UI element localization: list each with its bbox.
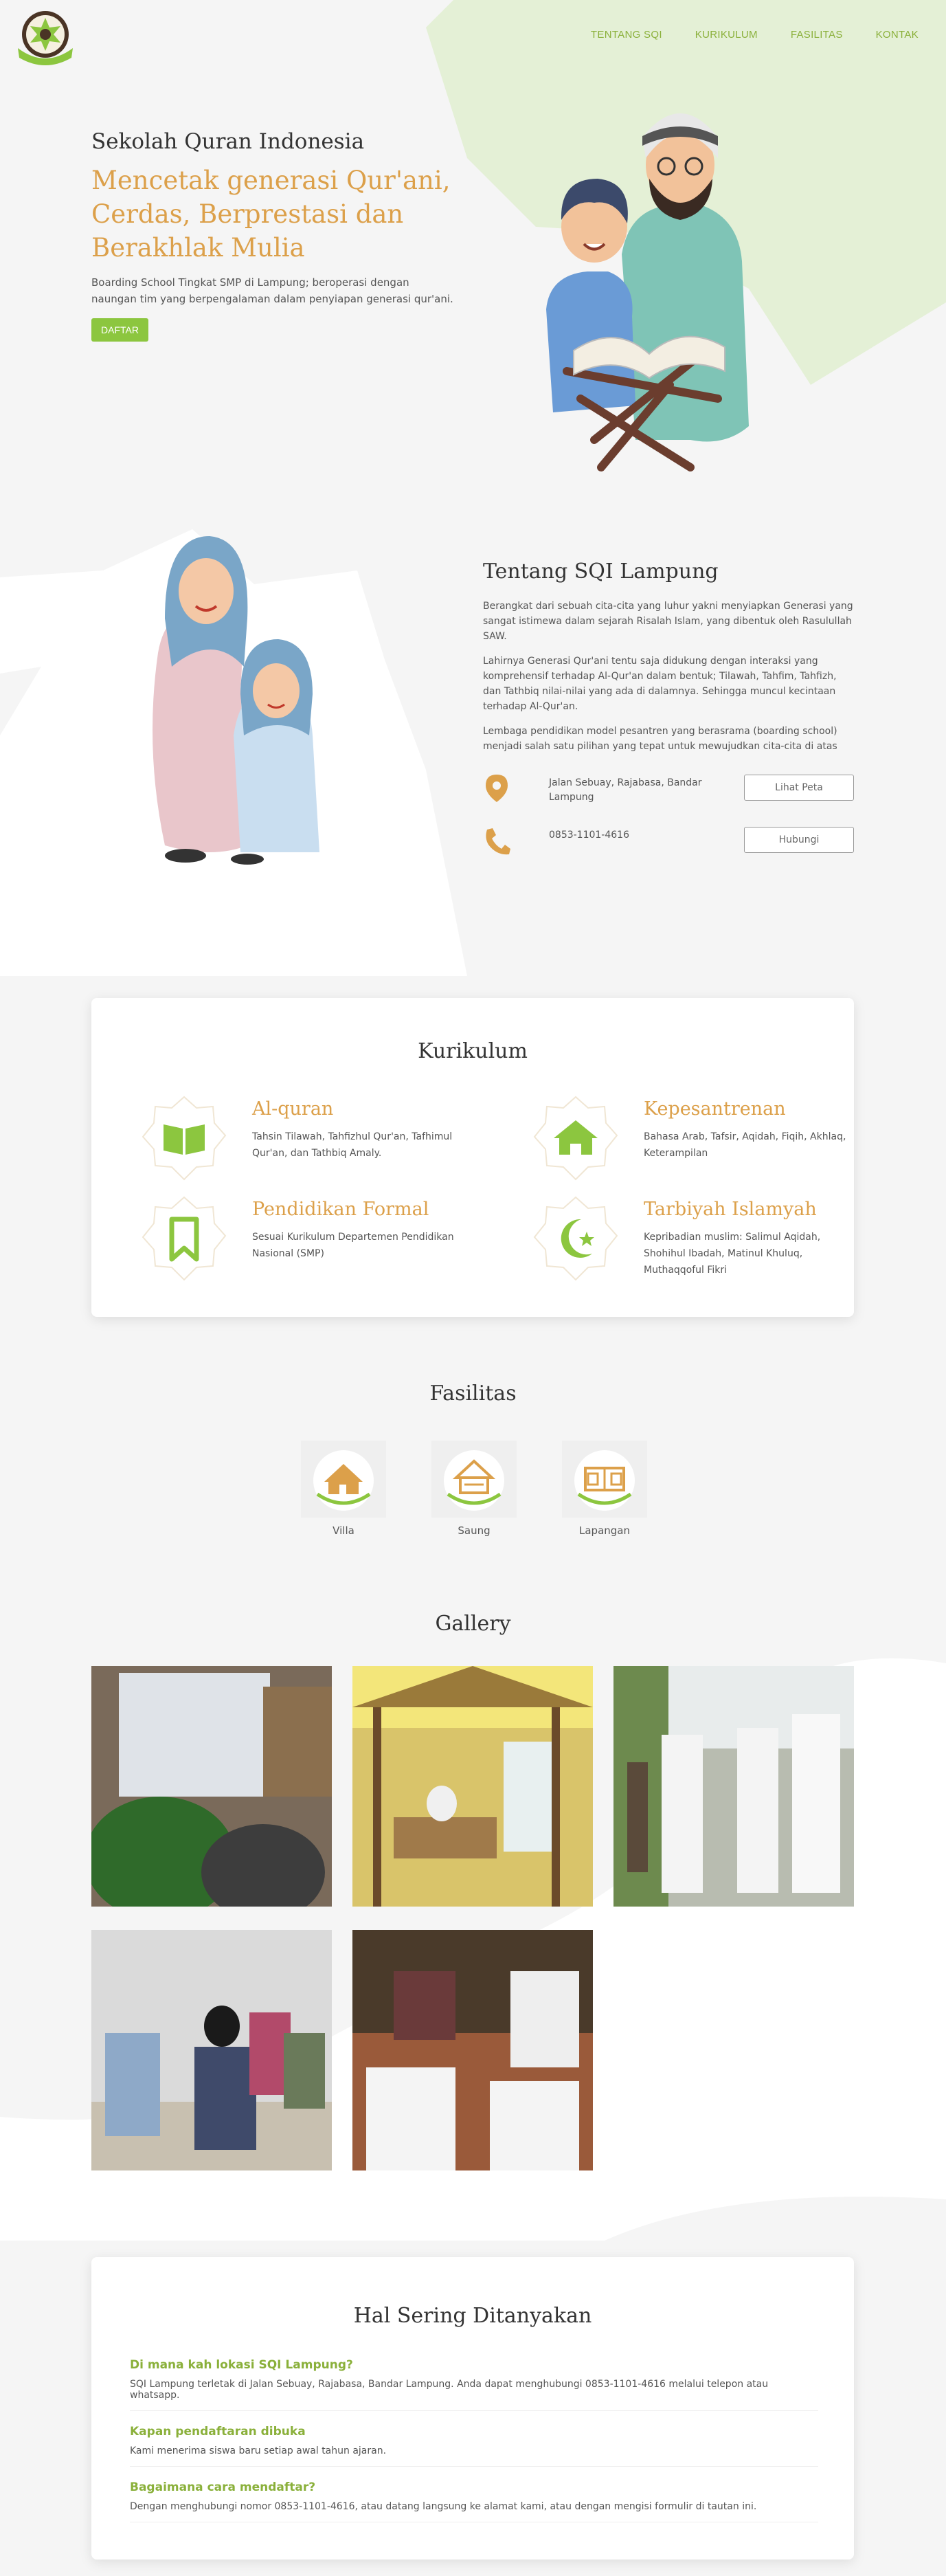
faq-answer: SQI Lampung terletak di Jalan Sebuay, Ra… (130, 2379, 769, 2401)
kurikulum-title: Kurikulum (418, 1039, 528, 1063)
address-text: Jalan Sebuay, Rajabasa, Bandar Lampung (549, 777, 702, 803)
field-icon (562, 1441, 647, 1518)
hubungi-button[interactable]: Hubungi (744, 827, 854, 853)
phone-text: 0853-1101-4616 (549, 830, 629, 841)
faq-question[interactable]: Bagaimana cara mendaftar? (130, 2480, 818, 2494)
kurikulum-item-alquran: Al-quran Tahsin Tilawah, Tahfizhul Qur'a… (142, 1096, 458, 1185)
location-pin-icon (486, 775, 508, 802)
faq-item[interactable]: Bagaimana cara mendaftar? Dengan menghub… (130, 2480, 818, 2522)
fasilitas-label: Saung (458, 1524, 491, 1537)
lihat-peta-button[interactable]: Lihat Peta (744, 775, 854, 801)
kurikulum-item-tarbiyah: Tarbiyah Islamyah Kepribadian muslim: Sa… (533, 1196, 849, 1285)
daftar-button[interactable]: DAFTAR (91, 318, 148, 342)
kurikulum-item-kepesantrenan: Kepesantrenan Bahasa Arab, Tafsir, Aqida… (533, 1096, 849, 1185)
about-title: Tentang SQI Lampung (483, 559, 719, 584)
fasilitas-list: Villa Saung Lapangan (301, 1441, 647, 1537)
gallery-photo[interactable] (352, 1666, 593, 1907)
kurikulum-item-desc: Tahsin Tilawah, Tahfizhul Qur'an, Tafhim… (252, 1131, 453, 1159)
faq-item[interactable]: Di mana kah lokasi SQI Lampung? SQI Lamp… (130, 2358, 818, 2411)
kurikulum-item-name: Al-quran (252, 1098, 334, 1120)
kurikulum-item-formal: Pendidikan Formal Sesuai Kurikulum Depar… (142, 1196, 458, 1285)
crescent-star-icon (533, 1196, 618, 1281)
nav-link-kontak[interactable]: KONTAK (876, 29, 919, 41)
hero-illustration (546, 113, 749, 471)
faq-question[interactable]: Di mana kah lokasi SQI Lampung? (130, 2358, 818, 2372)
about-paragraph: Berangkat dari sebuah cita-cita yang luh… (483, 601, 853, 642)
faq-answer: Kami menerima siswa baru setiap awal tah… (130, 2445, 387, 2456)
about-paragraph: Lembaga pendidikan model pesantren yang … (483, 726, 837, 752)
bookmark-icon (142, 1196, 227, 1281)
nav-link-fasilitas[interactable]: FASILITAS (791, 29, 843, 41)
kurikulum-item-desc: Sesuai Kurikulum Departemen Pendidikan N… (252, 1232, 454, 1259)
kurikulum-item-desc: Bahasa Arab, Tafsir, Aqidah, Fiqih, Akhl… (644, 1131, 846, 1159)
fasilitas-item-villa: Villa (301, 1441, 386, 1537)
book-icon (142, 1096, 227, 1181)
about-paragraph: Lahirnya Generasi Qur'ani tentu saja did… (483, 656, 837, 712)
faq-card: Hal Sering Ditanyakan Di mana kah lokasi… (91, 2257, 854, 2560)
hero-title: Mencetak generasi Qur'ani, Cerdas, Berpr… (91, 166, 451, 263)
gallery-photo[interactable] (91, 1666, 332, 1907)
faq-answer: Dengan menghubungi nomor 0853-1101-4616,… (130, 2501, 757, 2512)
gallery-title: Gallery (435, 1612, 511, 1636)
villa-icon (301, 1441, 386, 1518)
fasilitas-item-lapangan: Lapangan (562, 1441, 647, 1537)
nav-links: TENTANG SQI KURIKULUM FASILITAS KONTAK (591, 29, 919, 41)
phone-row: 0853-1101-4616 Hubungi (483, 825, 854, 869)
kurikulum-item-desc: Kepribadian muslim: Salimul Aqidah, Shoh… (644, 1232, 821, 1276)
fasilitas-label: Lapangan (579, 1524, 630, 1537)
about-illustration (153, 536, 319, 865)
home-icon (533, 1096, 618, 1181)
gallery-photo[interactable] (91, 1930, 332, 2170)
top-nav: TENTANG SQI KURIKULUM FASILITAS KONTAK (0, 0, 946, 69)
fasilitas-title: Fasilitas (429, 1381, 517, 1406)
fasilitas-label: Villa (333, 1524, 354, 1537)
saung-icon (431, 1441, 517, 1518)
fasilitas-item-saung: Saung (431, 1441, 517, 1537)
faq-question[interactable]: Kapan pendaftaran dibuka (130, 2425, 818, 2439)
gallery-photo[interactable] (613, 1666, 854, 1907)
phone-icon (486, 828, 510, 855)
kurikulum-card: Kurikulum Al-quran Tahsin Tilawah, Tahfi… (91, 998, 854, 1317)
address-row: Jalan Sebuay, Rajabasa, Bandar Lampung L… (483, 773, 854, 817)
kurikulum-item-name: Tarbiyah Islamyah (644, 1199, 817, 1220)
about-section: Tentang SQI Lampung Berangkat dari sebua… (483, 559, 854, 869)
faq-item[interactable]: Kapan pendaftaran dibuka Kami menerima s… (130, 2425, 818, 2467)
kurikulum-item-name: Pendidikan Formal (252, 1199, 429, 1220)
nav-link-kurikulum[interactable]: KURIKULUM (695, 29, 758, 41)
kurikulum-item-name: Kepesantrenan (644, 1098, 786, 1120)
school-logo[interactable] (12, 8, 78, 66)
gallery-photo[interactable] (352, 1930, 593, 2170)
hero-section: Sekolah Quran Indonesia Mencetak generas… (91, 129, 455, 342)
hero-kicker: Sekolah Quran Indonesia (91, 129, 365, 154)
nav-link-tentang[interactable]: TENTANG SQI (591, 29, 662, 41)
hero-description: Boarding School Tingkat SMP di Lampung; … (91, 276, 453, 305)
faq-title: Hal Sering Ditanyakan (353, 2304, 592, 2328)
